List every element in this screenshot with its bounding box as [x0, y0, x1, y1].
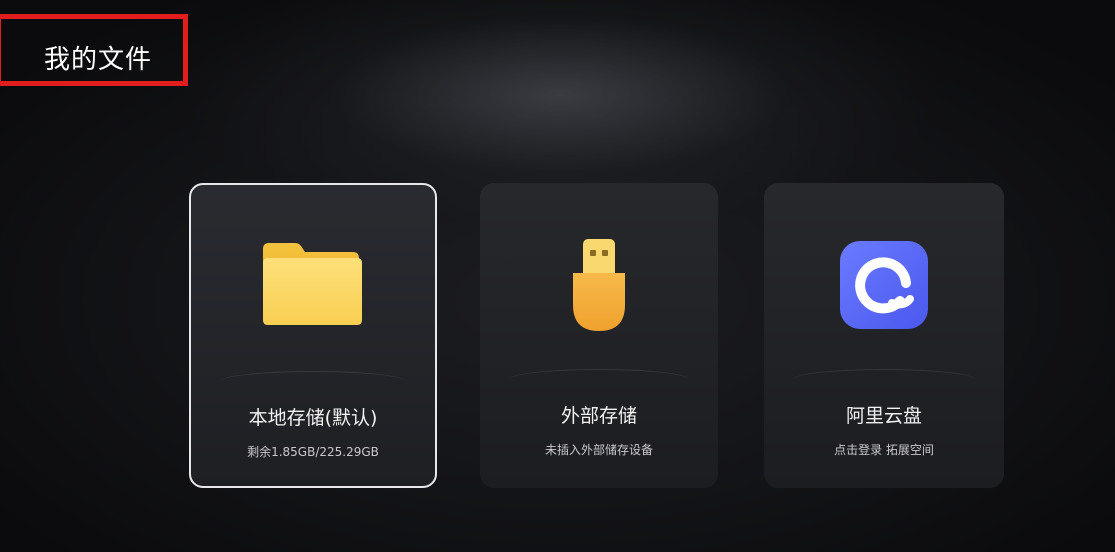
- folder-icon: [261, 241, 365, 331]
- page-title: 我的文件: [44, 45, 153, 75]
- aliyun-drive-hint: 点击登录 拓展空间: [834, 443, 934, 457]
- external-storage-card[interactable]: 外部存储 未插入外部储存设备: [480, 183, 718, 488]
- card-divider: [792, 369, 976, 390]
- local-storage-label: 本地存储(默认): [248, 407, 378, 429]
- external-storage-label: 外部存储: [560, 405, 637, 427]
- aliyun-drive-label: 阿里云盘: [845, 405, 922, 427]
- external-storage-status: 未插入外部储存设备: [544, 443, 653, 457]
- local-storage-card[interactable]: 本地存储(默认) 剩余1.85GB/225.29GB: [189, 183, 437, 488]
- local-storage-capacity: 剩余1.85GB/225.29GB: [247, 445, 379, 459]
- aliyun-drive-card[interactable]: 阿里云盘 点击登录 拓展空间: [764, 183, 1004, 488]
- card-divider: [220, 371, 406, 392]
- aliyun-drive-icon: [840, 241, 928, 333]
- card-divider: [508, 369, 690, 390]
- usb-drive-icon: [569, 237, 629, 339]
